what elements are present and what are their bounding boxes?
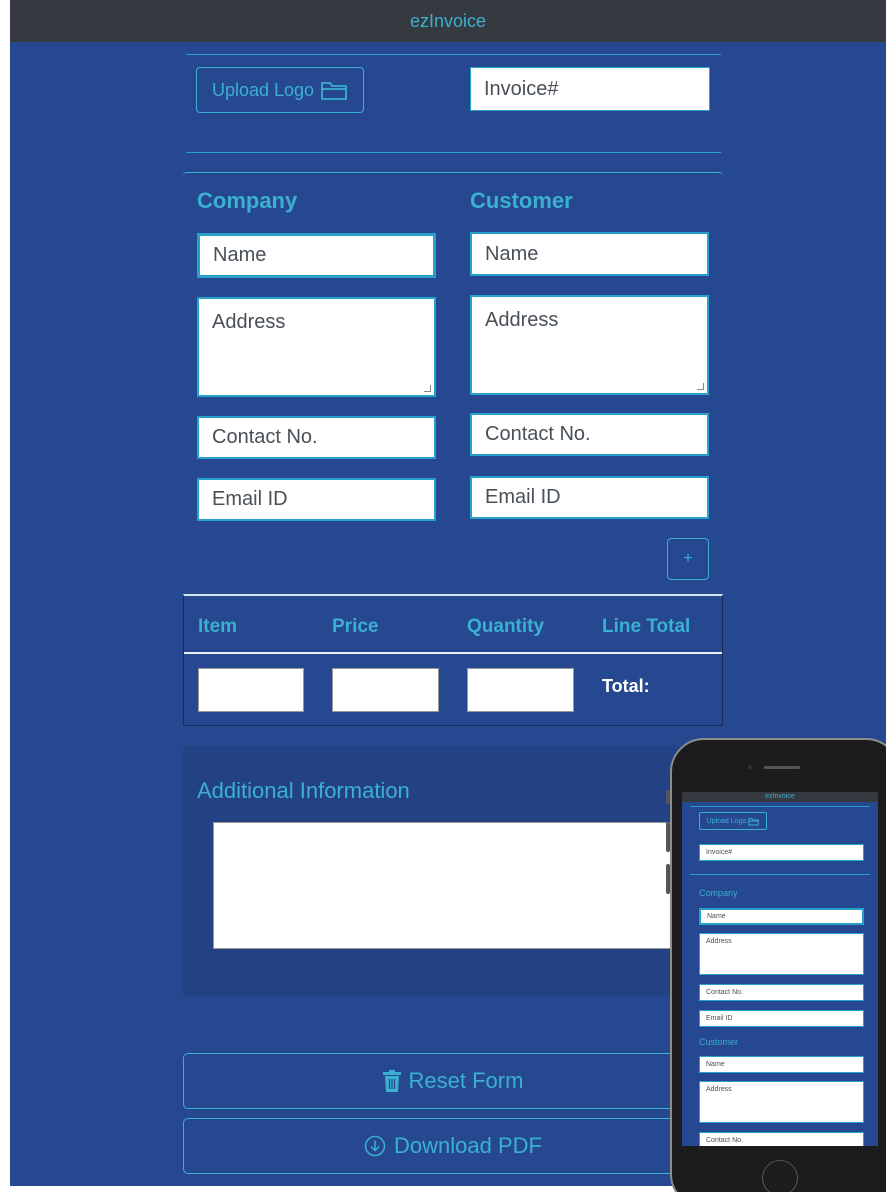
company-contact-input[interactable]: Contact No. <box>197 416 436 459</box>
phone-screen: ezInvoice Upload Logo Invoice# Company N… <box>682 792 878 1146</box>
speaker-icon <box>764 766 800 769</box>
mobile-customer-name-input[interactable]: Name <box>699 1056 864 1073</box>
col-header-price: Price <box>332 616 379 637</box>
company-heading: Company <box>197 188 298 213</box>
item-input[interactable] <box>198 668 304 712</box>
company-email-input[interactable]: Email ID <box>197 478 436 521</box>
home-button[interactable] <box>762 1160 798 1192</box>
quantity-input[interactable] <box>467 668 574 712</box>
customer-email-input[interactable]: Email ID <box>470 476 709 519</box>
company-address-textarea[interactable]: Address <box>197 297 436 397</box>
customer-address-placeholder: Address <box>485 309 559 331</box>
app-title: ezInvoice <box>10 0 886 42</box>
company-email-placeholder: Email ID <box>212 488 288 510</box>
mobile-upload-logo-button[interactable]: Upload Logo <box>699 812 767 830</box>
additional-info-card: Additional Information <box>183 746 723 996</box>
trash-icon <box>382 1070 401 1092</box>
upload-logo-label: Upload Logo <box>211 79 315 100</box>
mobile-company-name-placeholder: Name <box>707 913 726 920</box>
mobile-app-title: ezInvoice <box>682 792 878 802</box>
company-address-placeholder: Address <box>212 311 286 333</box>
mobile-company-email-input[interactable]: Email ID <box>699 1010 864 1027</box>
phone-mockup: ezInvoice Upload Logo Invoice# Company N… <box>670 738 886 1192</box>
download-circle-icon <box>364 1135 386 1157</box>
customer-email-placeholder: Email ID <box>485 486 561 508</box>
col-header-line-total: Line Total <box>602 616 691 637</box>
customer-name-input[interactable]: Name <box>470 232 709 276</box>
mobile-invoice-placeholder: Invoice# <box>706 849 733 856</box>
mobile-customer-address-placeholder: Address <box>706 1086 732 1093</box>
mobile-company-email-placeholder: Email ID <box>706 1015 733 1022</box>
customer-name-placeholder: Name <box>485 242 539 265</box>
customer-heading: Customer <box>470 188 573 213</box>
mobile-customer-address-textarea[interactable]: Address <box>699 1081 864 1123</box>
col-header-quantity: Quantity <box>467 616 545 637</box>
download-pdf-label: Download PDF <box>394 1133 542 1158</box>
resize-handle-icon[interactable] <box>424 385 431 392</box>
mobile-customer-name-placeholder: Name <box>706 1061 725 1068</box>
resize-handle-icon[interactable] <box>697 383 704 390</box>
phone-volume-down <box>666 864 670 894</box>
mobile-customer-contact-placeholder: Contact No. <box>706 1137 743 1144</box>
mobile-company-address-textarea[interactable]: Address <box>699 933 864 975</box>
col-header-item: Item <box>198 616 238 637</box>
mobile-company-heading: Company <box>699 888 738 898</box>
invoice-number-input[interactable]: Invoice# <box>470 67 710 111</box>
additional-info-heading: Additional Information <box>197 778 410 803</box>
add-item-label: + <box>683 550 693 567</box>
table-header-rule <box>184 652 722 654</box>
mobile-company-address-placeholder: Address <box>706 938 732 945</box>
items-table: Item Price Quantity Line Total Total: <box>183 594 723 726</box>
phone-mute-switch <box>666 790 670 804</box>
divider-top <box>186 54 721 55</box>
reset-form-label: Reset Form <box>408 1068 524 1093</box>
folder-icon <box>748 817 760 826</box>
mobile-customer-heading: Customer <box>699 1037 739 1047</box>
customer-address-textarea[interactable]: Address <box>470 295 709 395</box>
download-pdf-button[interactable]: Download PDF <box>183 1118 723 1174</box>
add-item-button[interactable]: + <box>667 538 709 580</box>
customer-contact-placeholder: Contact No. <box>485 423 591 445</box>
total-label: Total: <box>602 676 650 696</box>
upload-logo-button[interactable]: Upload Logo <box>196 67 364 113</box>
mobile-company-contact-placeholder: Contact No. <box>706 989 743 996</box>
company-contact-placeholder: Contact No. <box>212 426 318 448</box>
folder-icon <box>321 82 347 100</box>
company-name-input[interactable]: Name <box>197 233 436 278</box>
reset-form-button[interactable]: Reset Form <box>183 1053 723 1109</box>
mobile-company-name-input[interactable]: Name <box>699 908 864 925</box>
mobile-invoice-input[interactable]: Invoice# <box>699 844 864 861</box>
divider-header <box>186 152 721 153</box>
camera-icon <box>748 765 752 769</box>
company-name-placeholder: Name <box>213 244 267 266</box>
additional-info-textarea[interactable] <box>213 822 708 949</box>
customer-contact-input[interactable]: Contact No. <box>470 413 709 456</box>
phone-volume-up <box>666 822 670 852</box>
invoice-number-placeholder: Invoice# <box>484 77 559 100</box>
mobile-customer-contact-input[interactable]: Contact No. <box>699 1132 864 1146</box>
price-input[interactable] <box>332 668 439 712</box>
mobile-divider <box>690 874 870 875</box>
mobile-divider <box>690 806 870 807</box>
mobile-company-contact-input[interactable]: Contact No. <box>699 984 864 1001</box>
mobile-upload-logo-label: Upload Logo <box>706 817 747 825</box>
